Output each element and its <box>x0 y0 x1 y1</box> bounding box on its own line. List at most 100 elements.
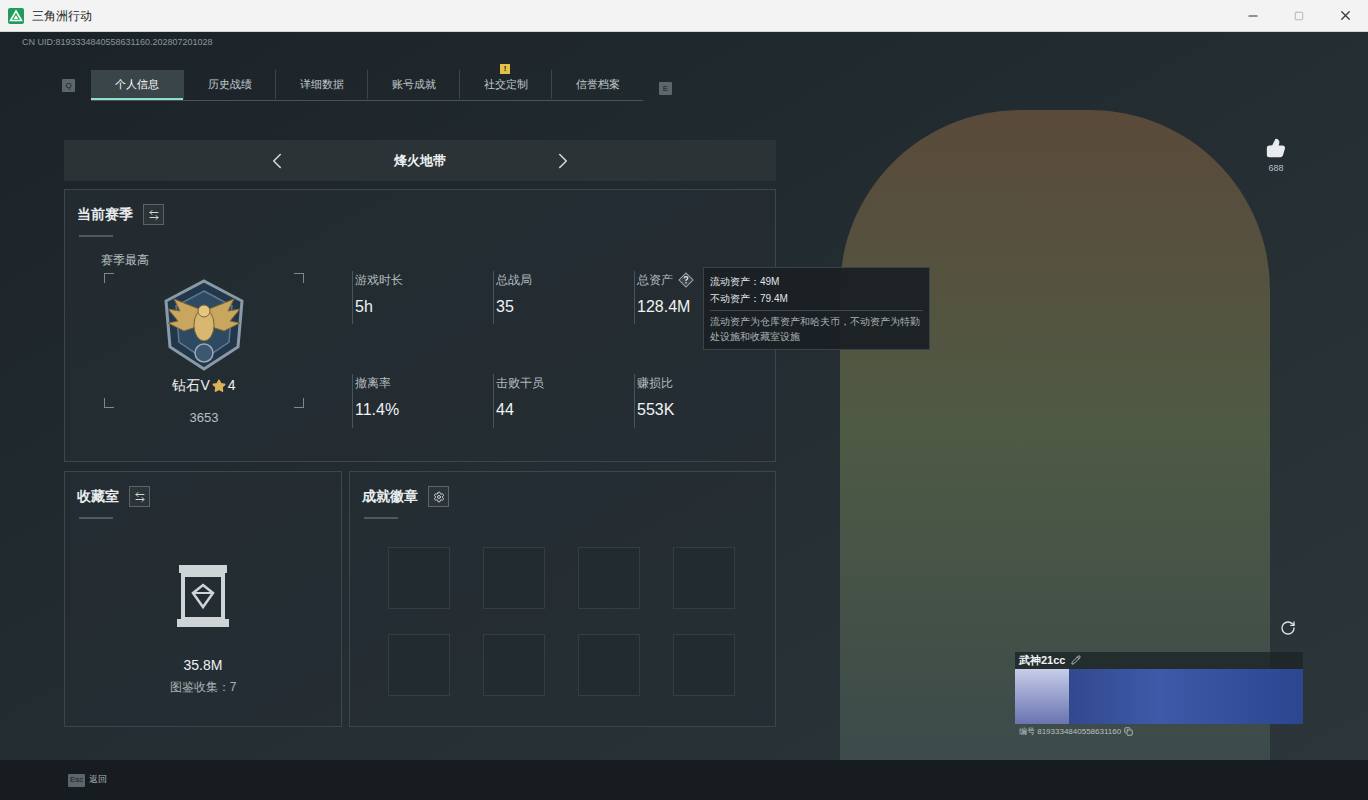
prev-tab-key[interactable]: Q <box>62 79 75 92</box>
season-switch-button[interactable] <box>143 204 164 225</box>
next-tab-key[interactable]: E <box>659 82 672 95</box>
minimize-button[interactable] <box>1230 0 1276 31</box>
esc-key[interactable]: Esc <box>68 774 85 787</box>
badge-slot[interactable] <box>483 547 545 609</box>
uid-text: CN UID:8193334840558631160.202807201028 <box>22 36 213 50</box>
panel-title: 收藏室 <box>77 486 119 507</box>
stat-cell: 总战局 35 <box>493 271 634 324</box>
stat-cell: 游戏时长5h <box>352 271 493 324</box>
rotate-icon[interactable] <box>1280 620 1296 636</box>
tab[interactable]: 账号成就 <box>367 70 459 100</box>
panel-header: 当前赛季 <box>65 190 775 237</box>
edit-icon[interactable] <box>1071 655 1081 665</box>
header-rule <box>79 235 113 237</box>
uid-row: CN UID:8193334840558631160.202807201028 <box>0 32 1368 54</box>
badge-slot[interactable] <box>578 634 640 696</box>
header-rule <box>79 517 113 519</box>
badge-slot[interactable] <box>578 547 640 609</box>
rank-name: 钻石V4 <box>172 375 235 396</box>
rank-score: 3653 <box>65 408 343 428</box>
badge-slot[interactable] <box>388 634 450 696</box>
minimize-icon[interactable] <box>1246 9 1260 23</box>
tab[interactable]: 个人信息 <box>91 70 183 100</box>
frame-corner <box>104 398 114 408</box>
frame-corner <box>104 273 114 283</box>
close-icon[interactable] <box>1338 8 1353 23</box>
achievements-settings-button[interactable] <box>428 486 449 507</box>
bottom-bar: Esc 返回 <box>0 760 1368 800</box>
rank-badge-icon <box>154 277 254 373</box>
rotate-button[interactable] <box>1280 620 1296 636</box>
badge-grid <box>350 547 775 696</box>
vault-icon <box>173 561 233 631</box>
stats-grid: 游戏时长5h总战局 35总资产128.4M流动资产：49M不动资产：79.4M流动… <box>352 271 775 428</box>
stat-value: 11.4% <box>355 398 493 422</box>
copy-icon[interactable] <box>1124 727 1133 736</box>
panel-header: 收藏室 <box>65 472 341 519</box>
left-column: Q 个人信息历史战绩详细数据账号成就社交定制!信誉档案 E 烽火地带当前赛季赛季最高钻… <box>0 54 776 760</box>
tooltip-line: 流动资产：49M <box>710 273 923 290</box>
rank-stars: 4 <box>228 375 236 396</box>
asset-tooltip: 流动资产：49M不动资产：79.4M流动资产为仓库资产和哈夫币，不动资产为特勤处… <box>703 267 930 350</box>
collection-caption: 图鉴收集：7 <box>170 678 237 696</box>
panel-title: 成就徽章 <box>362 486 418 507</box>
tab[interactable]: 详细数据 <box>275 70 367 100</box>
app-window: 三角洲行动 CN UID:8193334840558631160.20280720… <box>0 0 1368 800</box>
window-title: 三角洲行动 <box>32 7 92 25</box>
thumbs-up-icon[interactable] <box>1266 138 1286 158</box>
panel-title: 当前赛季 <box>77 204 133 225</box>
title-bar: 三角洲行动 <box>0 0 1368 32</box>
stat-label: 击败干员 <box>496 374 544 392</box>
gear-icon[interactable] <box>433 491 445 503</box>
tab[interactable]: 社交定制! <box>459 70 551 100</box>
player-id: 编号 8193334840558631160 <box>1019 726 1121 738</box>
best-label: 赛季最高 <box>65 251 352 269</box>
stat-label: 总战局 <box>496 271 532 289</box>
rank-frame: 钻石V4 <box>104 273 304 408</box>
badge-slot[interactable] <box>673 547 735 609</box>
swap-icon[interactable] <box>148 209 160 221</box>
back-label[interactable]: 返回 <box>89 773 107 787</box>
stat-cell: 总资产128.4M流动资产：49M不动资产：79.4M流动资产为仓库资产和哈夫币… <box>634 271 775 324</box>
tab[interactable]: 历史战绩 <box>183 70 275 100</box>
mode-selector: 烽火地带 <box>64 140 776 181</box>
swap-icon[interactable] <box>134 491 146 503</box>
maximize-icon[interactable] <box>1294 11 1304 21</box>
name-card-banner <box>1015 669 1303 724</box>
mode-label: 烽火地带 <box>390 151 450 171</box>
season-panel: 当前赛季赛季最高钻石V4 3653 游戏时长5h总战局 35总资产128.4M流动资产… <box>64 189 776 462</box>
maximize-button[interactable] <box>1276 0 1322 31</box>
prev-mode-icon[interactable] <box>264 148 290 174</box>
next-mode-icon[interactable] <box>550 148 576 174</box>
avatar[interactable] <box>1015 669 1069 724</box>
stat-cell: 撤离率11.4% <box>352 374 493 427</box>
stat-value: 5h <box>355 295 493 319</box>
stat-value: 35 <box>496 295 634 319</box>
frame-corner <box>294 398 304 408</box>
tab-badge: ! <box>500 64 510 74</box>
stat-cell: 击败干员 44 <box>493 374 634 427</box>
panel-header: 成就徽章 <box>350 472 775 519</box>
help-icon[interactable] <box>677 271 695 289</box>
collection-switch-button[interactable] <box>129 486 150 507</box>
frame-corner <box>294 273 304 283</box>
rank-area: 赛季最高钻石V4 3653 <box>65 237 352 428</box>
right-column: 688 武神21cc 编号 8193334840558631160 <box>776 54 1368 760</box>
header-rule <box>364 517 398 519</box>
stat-label: 总资产 <box>637 271 673 289</box>
badge-slot[interactable] <box>673 634 735 696</box>
achievements-panel: 成就徽章 <box>349 471 776 727</box>
like-counter[interactable]: 688 <box>1258 138 1294 176</box>
badge-slot[interactable] <box>388 547 450 609</box>
star-icon <box>212 379 226 393</box>
collection-value: 35.8M <box>184 655 223 676</box>
stat-value: 44 <box>496 398 634 422</box>
player-name: 武神21cc <box>1019 652 1065 669</box>
like-count: 688 <box>1268 162 1283 176</box>
tooltip-note: 流动资产为仓库资产和哈夫币，不动资产为特勤处设施和收藏室设施 <box>710 314 923 344</box>
tab[interactable]: 信誉档案 <box>551 70 643 100</box>
stat-label: 赚损比 <box>637 374 673 392</box>
close-button[interactable] <box>1322 0 1368 31</box>
badge-slot[interactable] <box>483 634 545 696</box>
app-logo-icon <box>8 8 24 24</box>
